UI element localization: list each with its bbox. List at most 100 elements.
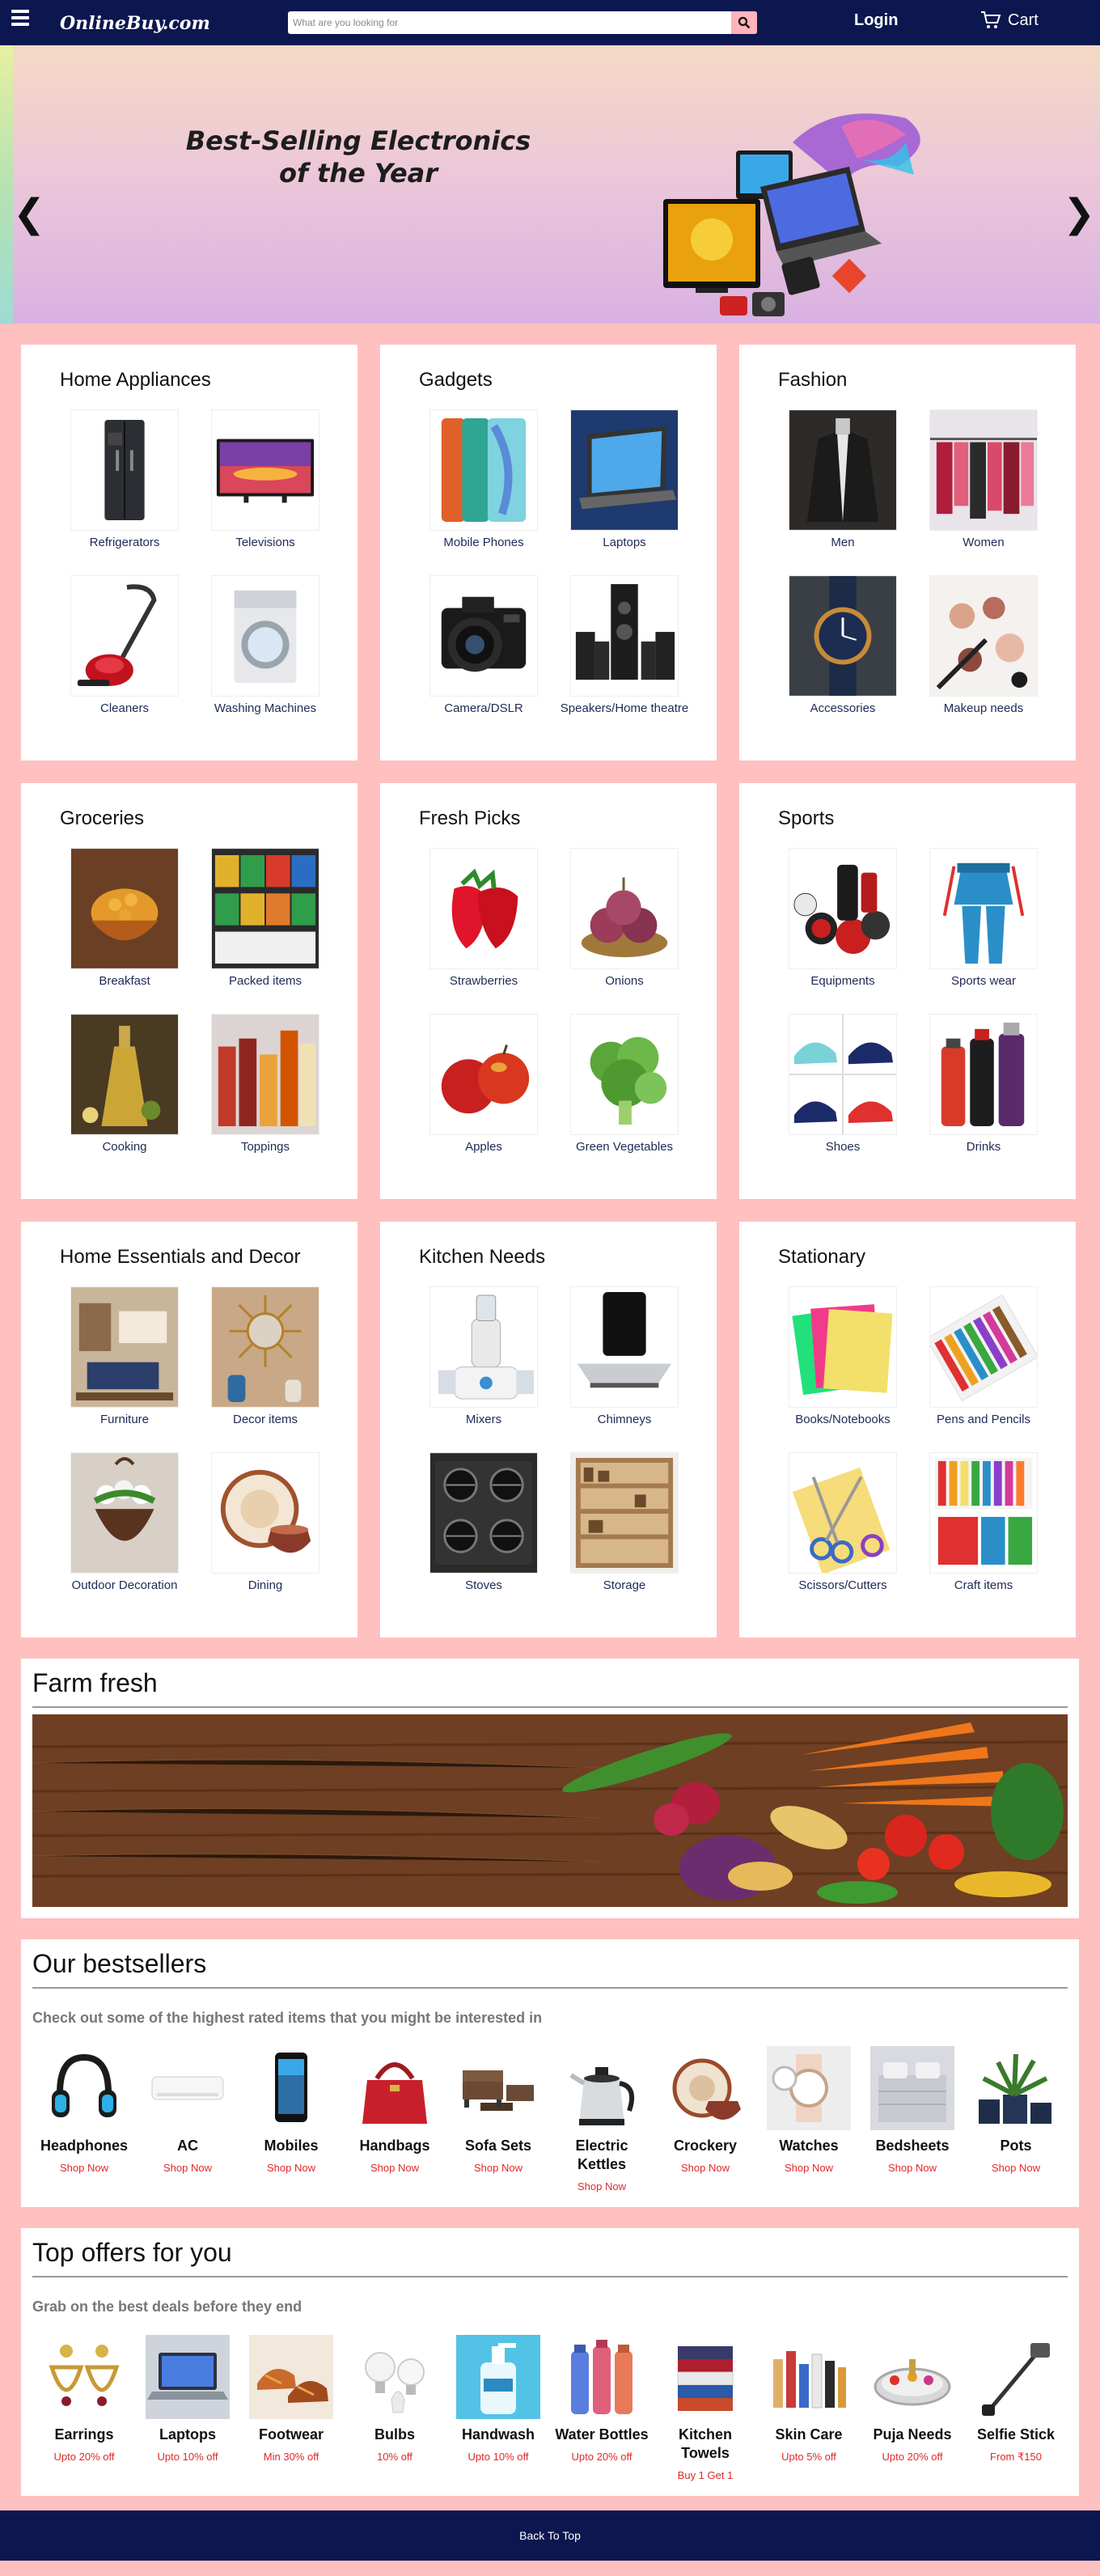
category-title[interactable]: Fresh Picks: [419, 807, 678, 830]
category-item-refrigerators[interactable]: Refrigerators: [60, 409, 189, 551]
product-link[interactable]: Upto 10% off: [136, 2451, 239, 2463]
product-puja-needs[interactable]: Puja Needs Upto 20% off: [861, 2335, 964, 2481]
farm-fresh-banner[interactable]: [32, 1714, 1068, 1907]
product-mobiles[interactable]: Mobiles Shop Now: [239, 2046, 343, 2193]
product-link[interactable]: Upto 20% off: [861, 2451, 964, 2463]
product-link[interactable]: Shop Now: [32, 2162, 136, 2174]
product-link[interactable]: Buy 1 Get 1: [654, 2469, 757, 2481]
category-item-drinks[interactable]: Drinks: [919, 1014, 1048, 1155]
product-link[interactable]: Min 30% off: [239, 2451, 343, 2463]
category-item-televisions[interactable]: Televisions: [201, 409, 330, 551]
dishes-image: [211, 1452, 319, 1574]
category-item-craft-items[interactable]: Craft items: [919, 1452, 1048, 1594]
product-link[interactable]: Upto 20% off: [32, 2451, 136, 2463]
product-handbags[interactable]: Handbags Shop Now: [343, 2046, 446, 2193]
tv-image: [211, 409, 319, 531]
product-pots[interactable]: Pots Shop Now: [964, 2046, 1068, 2193]
category-item-cooking[interactable]: Cooking: [60, 1014, 189, 1155]
product-kitchen-towels[interactable]: Kitchen Towels Buy 1 Get 1: [654, 2335, 757, 2481]
product-link[interactable]: Shop Now: [550, 2180, 654, 2193]
product-link[interactable]: Shop Now: [446, 2162, 550, 2174]
product-link[interactable]: Shop Now: [343, 2162, 446, 2174]
equipment-image: [789, 848, 897, 969]
product-watches[interactable]: Watches Shop Now: [757, 2046, 861, 2193]
product-link[interactable]: Shop Now: [861, 2162, 964, 2174]
product-link[interactable]: 10% off: [343, 2451, 446, 2463]
category-item-pens-and-pencils[interactable]: Pens and Pencils: [919, 1286, 1048, 1428]
product-headphones[interactable]: Headphones Shop Now: [32, 2046, 136, 2193]
category-item-mixers[interactable]: Mixers: [419, 1286, 548, 1428]
login-link[interactable]: Login: [854, 11, 898, 30]
product-link[interactable]: Shop Now: [964, 2162, 1068, 2174]
category-item-men[interactable]: Men: [778, 409, 908, 551]
category-title[interactable]: Groceries: [60, 807, 319, 830]
category-item-furniture[interactable]: Furniture: [60, 1286, 189, 1428]
carousel-prev-button[interactable]: ❮: [13, 191, 45, 236]
product-laptops[interactable]: Laptops Upto 10% off: [136, 2335, 239, 2481]
category-item-storage[interactable]: Storage: [560, 1452, 689, 1594]
product-link[interactable]: Shop Now: [239, 2162, 343, 2174]
product-link[interactable]: Upto 20% off: [550, 2451, 654, 2463]
search-input[interactable]: [288, 11, 731, 34]
category-item-outdoor-decoration[interactable]: Outdoor Decoration: [60, 1452, 189, 1594]
category-item-sports-wear[interactable]: Sports wear: [919, 848, 1048, 989]
product-water-bottles[interactable]: Water Bottles Upto 20% off: [550, 2335, 654, 2481]
category-item-decor-items[interactable]: Decor items: [201, 1286, 330, 1428]
product-bulbs[interactable]: Bulbs 10% off: [343, 2335, 446, 2481]
category-item-washing-machines[interactable]: Washing Machines: [201, 575, 330, 717]
category-item-packed-items[interactable]: Packed items: [201, 848, 330, 989]
category-item-stoves[interactable]: Stoves: [419, 1452, 548, 1594]
product-link[interactable]: Shop Now: [757, 2162, 861, 2174]
category-item-breakfast[interactable]: Breakfast: [60, 848, 189, 989]
category-item-equipments[interactable]: Equipments: [778, 848, 908, 989]
product-handwash[interactable]: Handwash Upto 10% off: [446, 2335, 550, 2481]
category-title[interactable]: Fashion: [778, 369, 1037, 392]
carousel-next-button[interactable]: ❯: [1063, 191, 1095, 236]
back-to-top-button[interactable]: Back To Top: [0, 2510, 1100, 2561]
category-item-laptops[interactable]: Laptops: [560, 409, 689, 551]
product-link[interactable]: Upto 10% off: [446, 2451, 550, 2463]
category-item-makeup-needs[interactable]: Makeup needs: [919, 575, 1048, 717]
product-bedsheets[interactable]: Bedsheets Shop Now: [861, 2046, 964, 2193]
pencils-image: [929, 1286, 1038, 1408]
product-earrings[interactable]: Earrings Upto 20% off: [32, 2335, 136, 2481]
product-link[interactable]: From ₹150: [964, 2451, 1068, 2464]
category-item-dining[interactable]: Dining: [201, 1452, 330, 1594]
category-title[interactable]: Kitchen Needs: [419, 1246, 678, 1269]
product-link[interactable]: Upto 5% off: [757, 2451, 861, 2463]
category-item-apples[interactable]: Apples: [419, 1014, 548, 1155]
category-item-speakers-home-theatre[interactable]: Speakers/Home theatre: [560, 575, 689, 717]
product-sofa-sets[interactable]: Sofa Sets Shop Now: [446, 2046, 550, 2193]
category-item-label: Shoes: [825, 1140, 861, 1154]
category-item-shoes[interactable]: Shoes: [778, 1014, 908, 1155]
category-item-accessories[interactable]: Accessories: [778, 575, 908, 717]
product-skin-care[interactable]: Skin Care Upto 5% off: [757, 2335, 861, 2481]
category-item-toppings[interactable]: Toppings: [201, 1014, 330, 1155]
category-item-cleaners[interactable]: Cleaners: [60, 575, 189, 717]
category-title[interactable]: Sports: [778, 807, 1037, 830]
category-title[interactable]: Gadgets: [419, 369, 678, 392]
product-electric-kettles[interactable]: Electric Kettles Shop Now: [550, 2046, 654, 2193]
product-ac[interactable]: AC Shop Now: [136, 2046, 239, 2193]
product-selfie-stick[interactable]: Selfie Stick From ₹150: [964, 2335, 1068, 2481]
category-item-camera-dslr[interactable]: Camera/DSLR: [419, 575, 548, 717]
category-title[interactable]: Home Essentials and Decor: [60, 1246, 319, 1269]
category-item-women[interactable]: Women: [919, 409, 1048, 551]
search-button[interactable]: [731, 11, 757, 34]
category-item-onions[interactable]: Onions: [560, 848, 689, 989]
category-item-strawberries[interactable]: Strawberries: [419, 848, 548, 989]
menu-icon[interactable]: [11, 10, 29, 26]
category-item-green-vegetables[interactable]: Green Vegetables: [560, 1014, 689, 1155]
category-title[interactable]: Stationary: [778, 1246, 1037, 1269]
category-title[interactable]: Home Appliances: [60, 369, 319, 392]
product-footwear[interactable]: Footwear Min 30% off: [239, 2335, 343, 2481]
cart-link[interactable]: Cart: [980, 11, 1039, 30]
product-link[interactable]: Shop Now: [136, 2162, 239, 2174]
category-item-mobile-phones[interactable]: Mobile Phones: [419, 409, 548, 551]
product-crockery[interactable]: Crockery Shop Now: [654, 2046, 757, 2193]
product-link[interactable]: Shop Now: [654, 2162, 757, 2174]
category-item-scissors-cutters[interactable]: Scissors/Cutters: [778, 1452, 908, 1594]
category-item-books-notebooks[interactable]: Books/Notebooks: [778, 1286, 908, 1428]
category-item-chimneys[interactable]: Chimneys: [560, 1286, 689, 1428]
site-logo[interactable]: OnlineBuy.com: [60, 13, 210, 34]
